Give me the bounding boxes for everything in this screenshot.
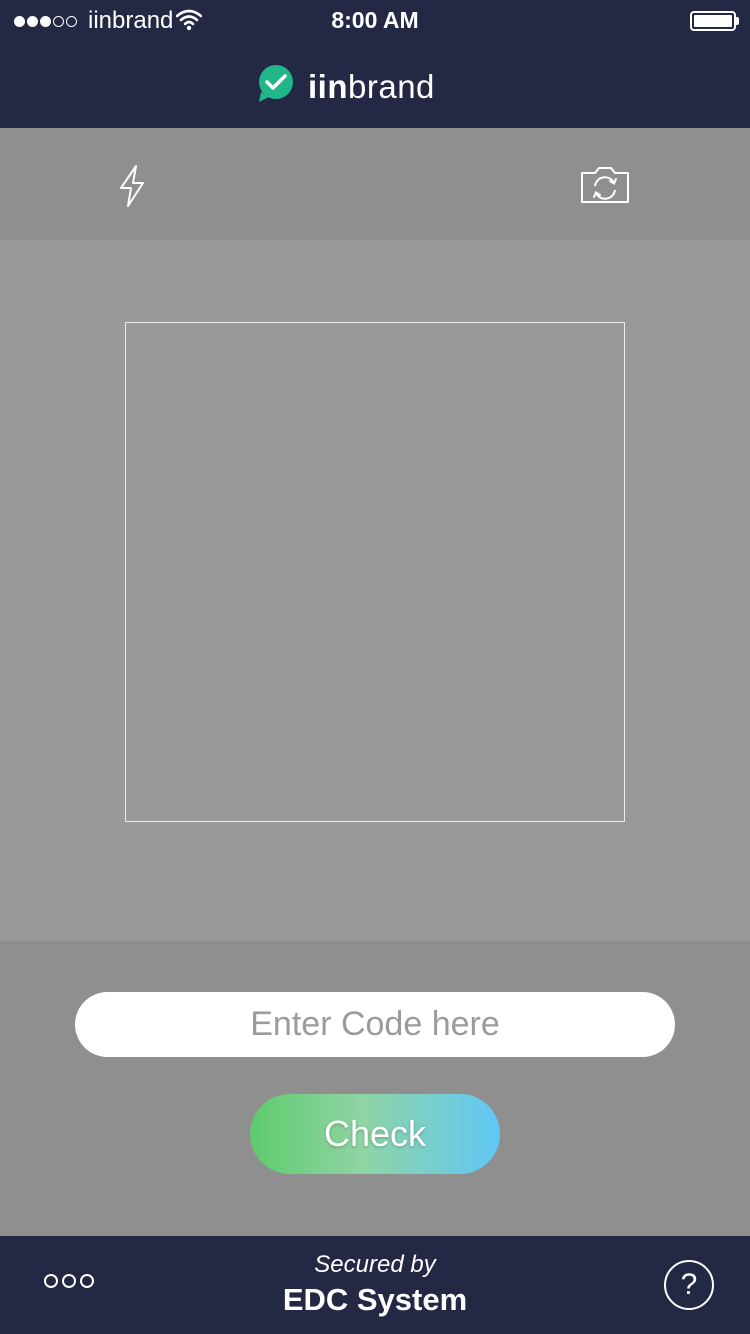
brand-logo: iinbrand — [256, 64, 435, 109]
status-time: 8:00 AM — [331, 7, 419, 33]
code-entry-panel: Check — [0, 941, 750, 1236]
flash-toggle-button[interactable] — [108, 164, 156, 212]
app-footer: Secured by EDC System ? — [0, 1236, 750, 1334]
check-button[interactable]: Check — [250, 1094, 500, 1174]
brand-name-bold: iin — [308, 67, 348, 105]
camera-viewfinder[interactable] — [0, 240, 750, 941]
help-button[interactable]: ? — [664, 1260, 714, 1310]
secured-by-badge: Secured by EDC System — [0, 1250, 750, 1320]
brand-name-light: brand — [348, 67, 435, 105]
secured-system-name: EDC System — [282, 1282, 468, 1317]
app-header: iinbrand 8:00 AM iinbrand — [0, 0, 750, 128]
camera-switch-icon — [579, 165, 631, 210]
flash-icon — [117, 164, 147, 213]
battery-icon — [690, 11, 736, 31]
status-bar: iinbrand 8:00 AM — [0, 0, 750, 44]
camera-toolbar — [0, 128, 750, 240]
checkmark-badge-icon — [256, 64, 296, 109]
secured-by-label: Secured by — [314, 1251, 436, 1278]
scan-frame — [125, 322, 625, 822]
battery-tip — [736, 17, 739, 25]
brand-name: iinbrand — [308, 67, 435, 107]
code-input[interactable] — [75, 992, 675, 1057]
switch-camera-button[interactable] — [576, 164, 634, 210]
